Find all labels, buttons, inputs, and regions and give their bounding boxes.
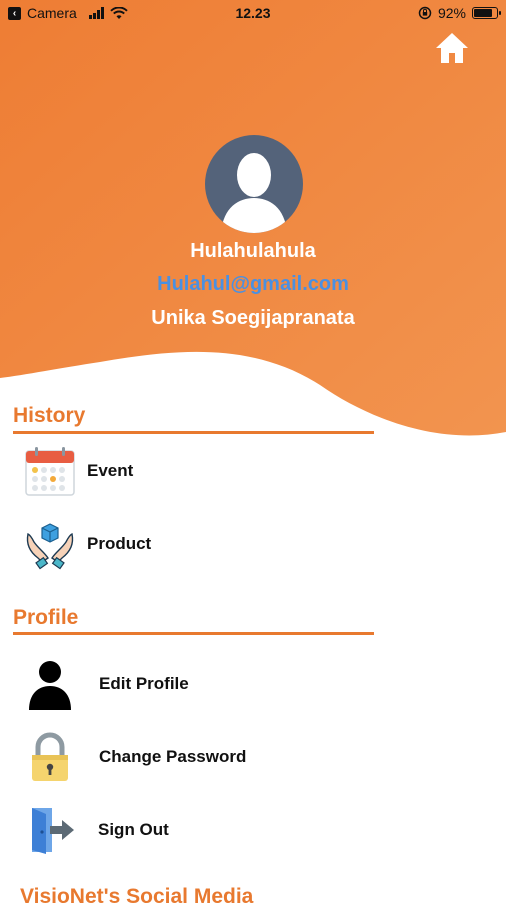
calendar-icon	[25, 447, 75, 496]
change-password-label: Change Password	[99, 747, 247, 766]
avatar-placeholder-icon	[221, 153, 287, 233]
orientation-lock-icon	[418, 6, 432, 20]
battery-icon	[472, 7, 501, 19]
sign-out-icon	[32, 808, 74, 854]
profile-divider	[13, 632, 374, 635]
history-title: History	[13, 404, 86, 427]
edit-profile-label: Edit Profile	[99, 674, 189, 693]
profile-title: Profile	[13, 606, 79, 629]
change-password-item[interactable]: Change Password	[24, 731, 246, 783]
avatar	[205, 135, 303, 233]
user-organization: Unika Soegijapranata	[151, 307, 355, 329]
home-icon[interactable]	[434, 30, 470, 66]
social-media-title: VisioNet's Social Media	[20, 885, 254, 908]
history-divider	[13, 431, 374, 434]
person-icon	[29, 661, 71, 710]
edit-profile-item[interactable]: Edit Profile	[24, 658, 189, 710]
lock-icon	[32, 732, 68, 781]
status-bar: ‹ Camera 12.23 92%	[0, 0, 506, 28]
history-event-item[interactable]: Event	[24, 445, 133, 497]
history-product-item[interactable]: Product	[24, 518, 151, 570]
status-right: 92%	[418, 5, 501, 21]
history-event-label: Event	[87, 461, 134, 480]
sign-out-label: Sign Out	[98, 820, 169, 839]
sign-out-item[interactable]: Sign Out	[24, 804, 169, 856]
user-name: Hulahulahula	[190, 240, 316, 262]
user-email: Hulahul@gmail.com	[157, 273, 349, 295]
history-product-label: Product	[87, 534, 152, 553]
hands-box-icon	[26, 523, 74, 570]
battery-percent: 92%	[437, 5, 466, 21]
